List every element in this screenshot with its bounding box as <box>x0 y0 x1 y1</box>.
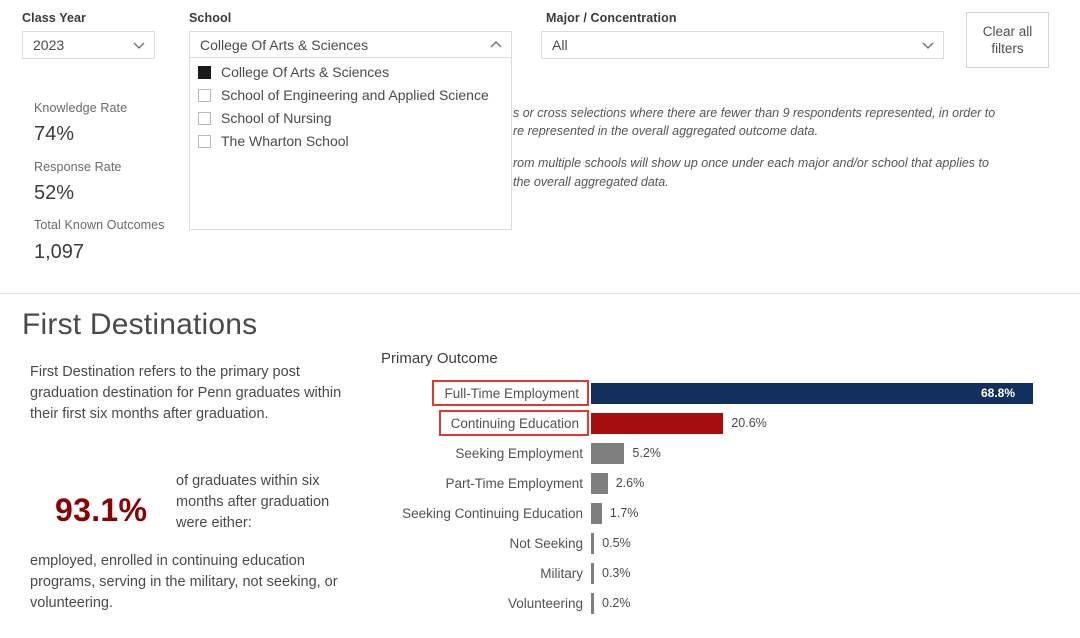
chart-title: Primary Outcome <box>381 350 498 367</box>
clear-all-filters-button[interactable]: Clear all filters <box>966 12 1049 68</box>
stat-label-response-rate: Response Rate <box>34 160 122 174</box>
chart-value-label: 1.7% <box>609 506 639 520</box>
stat-value-knowledge-rate: 74% <box>34 123 75 145</box>
checkbox-icon[interactable] <box>198 134 211 148</box>
class-year-select[interactable]: 2023 <box>22 31 155 59</box>
footer-text: employed, enrolled in continuing educati… <box>30 553 338 611</box>
school-option-label: The Wharton School <box>221 133 349 149</box>
chart-category-label[interactable]: Seeking Employment <box>455 438 589 468</box>
school-option-item[interactable]: School of Nursing <box>190 108 511 128</box>
chart-row[interactable]: Seeking Continuing Education 1.7% <box>381 498 1080 528</box>
disclaimer-line-1: s or cross selections where there are fe… <box>513 106 996 120</box>
chart-bar[interactable] <box>591 563 594 584</box>
chart-row[interactable]: Part-Time Employment 2.6% <box>381 468 1080 498</box>
school-option-label: School of Engineering and Applied Scienc… <box>221 87 489 103</box>
stat-value-response-rate: 52% <box>34 182 75 204</box>
chart-value-label: 2.6% <box>615 476 645 490</box>
page-title: First Destinations <box>22 308 258 341</box>
class-year-label: Class Year <box>22 11 87 25</box>
school-option-label: College Of Arts & Sciences <box>221 64 390 80</box>
major-label: Major / Concentration <box>546 11 677 25</box>
chart-bar[interactable] <box>591 593 594 614</box>
stat-label-knowledge-rate: Knowledge Rate <box>34 101 128 115</box>
disclaimer-line-4: the overall aggregated data. <box>513 175 669 189</box>
chart-category-label[interactable]: Part-Time Employment <box>445 468 589 498</box>
chart-bar[interactable] <box>591 443 625 464</box>
chart-row[interactable]: Full-Time Employment 68.8% <box>381 378 1080 408</box>
school-option-item[interactable]: The Wharton School <box>190 131 511 151</box>
chart-bar[interactable] <box>591 413 724 434</box>
chart-value-label: 5.2% <box>632 446 661 460</box>
chart-row[interactable]: Continuing Education 20.6% <box>381 408 1080 438</box>
chart-row[interactable]: Seeking Employment 5.2% <box>381 438 1080 468</box>
disclaimer-line-2: re represented in the overall aggregated… <box>513 124 819 138</box>
school-value: College Of Arts & Sciences <box>200 36 369 53</box>
intro-text: First Destination refers to the primary … <box>30 364 342 422</box>
chart-value-label: 20.6% <box>731 416 767 430</box>
school-option-item[interactable]: School of Engineering and Applied Scienc… <box>190 85 511 105</box>
chart-value-label: 0.5% <box>602 536 631 550</box>
chart-bar[interactable] <box>591 473 608 494</box>
chart-category-label[interactable]: Not Seeking <box>509 528 589 558</box>
chart-category-label[interactable]: Seeking Continuing Education <box>402 498 589 528</box>
chart-row[interactable]: Not Seeking 0.5% <box>381 528 1080 558</box>
checkbox-icon[interactable] <box>198 111 211 125</box>
school-options-list[interactable]: College Of Arts & Sciences School of Eng… <box>189 56 512 230</box>
chevron-down-icon[interactable] <box>919 36 937 54</box>
chart-value-label: 68.8% <box>981 386 1016 400</box>
headline-percentage: 93.1% <box>55 492 148 528</box>
chart-category-label[interactable]: Military <box>540 558 589 588</box>
checkbox-checked-icon[interactable] <box>198 65 211 79</box>
chart-bar[interactable] <box>591 503 602 524</box>
primary-outcome-bar-chart: Full-Time Employment 68.8% Continuing Educ… <box>381 378 1080 638</box>
section-divider <box>0 293 1080 294</box>
chart-category-label[interactable]: Volunteering <box>508 588 589 618</box>
chevron-down-icon[interactable] <box>130 36 148 54</box>
chart-category-label[interactable]: Full-Time Employment <box>432 380 589 406</box>
class-year-value: 2023 <box>33 37 65 53</box>
school-option-item[interactable]: College Of Arts & Sciences <box>190 62 511 82</box>
school-option-label: School of Nursing <box>221 110 332 126</box>
major-value: All <box>552 37 568 53</box>
school-select[interactable]: College Of Arts & Sciences <box>189 31 512 58</box>
headline-description: of graduates within six months after gra… <box>176 473 330 531</box>
school-label: School <box>189 11 232 25</box>
clear-all-filters-label: Clear all filters <box>982 24 1033 56</box>
chevron-up-icon[interactable] <box>487 36 505 54</box>
chart-value-label: 0.2% <box>602 596 631 610</box>
chart-bar[interactable] <box>591 533 595 554</box>
chart-category-label[interactable]: Continuing Education <box>438 410 589 436</box>
checkbox-icon[interactable] <box>198 88 211 102</box>
chart-row[interactable]: Volunteering 0.2% <box>381 588 1080 618</box>
chart-row[interactable]: Military 0.3% <box>381 558 1080 588</box>
disclaimer-line-3: rom multiple schools will show up once u… <box>513 156 989 170</box>
chart-value-label: 0.3% <box>602 566 631 580</box>
stat-value-total-known-outcomes: 1,097 <box>34 241 85 263</box>
major-select[interactable]: All <box>541 31 944 59</box>
stat-label-total-known-outcomes: Total Known Outcomes <box>34 218 165 232</box>
chart-bar[interactable] <box>591 383 1033 404</box>
